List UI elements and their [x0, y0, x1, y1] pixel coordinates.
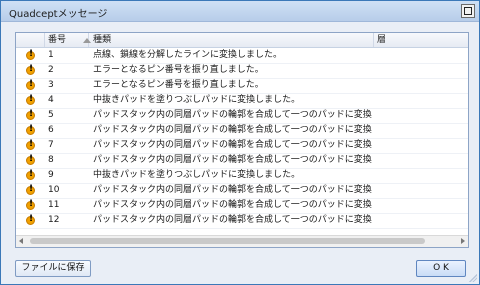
row-number: 1 — [48, 50, 54, 60]
row-number: 6 — [48, 125, 54, 135]
row-number: 7 — [48, 140, 54, 150]
table-body: 1 点線、鎖線を分解したラインに変換しました。 2 エラーとなるピン番号を振り直しまし… — [16, 48, 468, 235]
column-header-icon[interactable] — [16, 33, 45, 47]
column-header-number-label: 番号 — [48, 35, 67, 45]
message-dialog: Quadceptメッセージ 番号 種類 層 1 点線、鎖線を分解したラインに変換し… — [0, 0, 480, 285]
table-row[interactable]: 1 点線、鎖線を分解したラインに変換しました。 — [16, 48, 468, 64]
horizontal-scrollbar[interactable] — [16, 235, 468, 247]
row-message: エラーとなるピン番号を振り直しました。 — [93, 80, 264, 90]
warning-icon — [26, 124, 35, 135]
row-layer — [373, 93, 468, 108]
row-number: 10 — [48, 185, 60, 195]
scrollbar-thumb[interactable] — [30, 238, 425, 244]
row-message: 点線、鎖線を分解したラインに変換しました。 — [93, 50, 283, 60]
warning-icon — [26, 139, 35, 150]
row-layer — [373, 198, 468, 213]
column-header-type[interactable]: 種類 — [89, 33, 374, 47]
row-number: 12 — [48, 215, 60, 225]
row-message: エラーとなるピン番号を振り直しました。 — [93, 65, 264, 75]
column-header-number[interactable]: 番号 — [44, 33, 91, 47]
row-number: 8 — [48, 155, 54, 165]
row-number: 4 — [48, 95, 54, 105]
row-number: 5 — [48, 110, 54, 120]
warning-icon — [26, 184, 35, 195]
table-row[interactable]: 9 中抜きパッドを塗りつぶしパッドに変換しました。 — [16, 168, 468, 184]
row-layer — [373, 183, 468, 198]
table-row[interactable]: 5 パッドスタック内の同層パッドの輪郭を合成して一つのパッドに変換しました。 — [16, 108, 468, 124]
row-number: 9 — [48, 170, 54, 180]
table-row[interactable]: 12 パッドスタック内の同層パッドの輪郭を合成して一つのパッドに変換しました。 — [16, 213, 468, 229]
row-message: パッドスタック内の同層パッドの輪郭を合成して一つのパッドに変換しました。 — [93, 140, 373, 150]
row-message: パッドスタック内の同層パッドの輪郭を合成して一つのパッドに変換しました。 — [93, 215, 373, 225]
ok-button[interactable]: O K — [416, 260, 466, 277]
warning-icon — [26, 64, 35, 75]
row-layer — [373, 48, 468, 63]
table-row[interactable]: 4 中抜きパッドを塗りつぶしパッドに変換しました。 — [16, 93, 468, 109]
resize-grip-icon[interactable] — [469, 274, 477, 282]
warning-icon — [26, 49, 35, 60]
warning-icon — [26, 79, 35, 90]
close-icon[interactable] — [461, 4, 475, 18]
warning-icon — [26, 154, 35, 165]
table-row[interactable]: 11 パッドスタック内の同層パッドの輪郭を合成して一つのパッドに変換しました。 — [16, 198, 468, 214]
row-number: 11 — [48, 200, 60, 210]
row-message: パッドスタック内の同層パッドの輪郭を合成して一つのパッドに変換しました。 — [93, 125, 373, 135]
scroll-right-icon[interactable] — [461, 238, 465, 244]
table-row[interactable]: 3 エラーとなるピン番号を振り直しました。 — [16, 78, 468, 94]
row-layer — [373, 138, 468, 153]
warning-icon — [26, 199, 35, 210]
warning-icon — [26, 214, 35, 225]
scroll-left-icon[interactable] — [19, 238, 23, 244]
row-message: パッドスタック内の同層パッドの輪郭を合成して一つのパッドに変換しました。 — [93, 155, 373, 165]
row-layer — [373, 168, 468, 183]
warning-icon — [26, 169, 35, 180]
table-row[interactable]: 10 パッドスタック内の同層パッドの輪郭を合成して一つのパッドに変換しました。 — [16, 183, 468, 199]
row-layer — [373, 123, 468, 138]
row-message: 中抜きパッドを塗りつぶしパッドに変換しました。 — [93, 170, 301, 180]
warning-icon — [26, 109, 35, 120]
row-message: 中抜きパッドを塗りつぶしパッドに変換しました。 — [93, 95, 301, 105]
table-row[interactable]: 6 パッドスタック内の同層パッドの輪郭を合成して一つのパッドに変換しました。 — [16, 123, 468, 139]
row-layer — [373, 153, 468, 168]
row-layer — [373, 63, 468, 78]
column-header-layer[interactable]: 層 — [373, 33, 468, 47]
save-to-file-button[interactable]: ファイルに保存 — [15, 260, 91, 277]
row-layer — [373, 78, 468, 93]
table-row[interactable]: 7 パッドスタック内の同層パッドの輪郭を合成して一つのパッドに変換しました。 — [16, 138, 468, 154]
row-message: パッドスタック内の同層パッドの輪郭を合成して一つのパッドに変換しました。 — [93, 200, 373, 210]
row-message: パッドスタック内の同層パッドの輪郭を合成して一つのパッドに変換しました。 — [93, 110, 373, 120]
row-message: パッドスタック内の同層パッドの輪郭を合成して一つのパッドに変換しました。 — [93, 185, 373, 195]
row-number: 2 — [48, 65, 54, 75]
table-row[interactable]: 2 エラーとなるピン番号を振り直しました。 — [16, 63, 468, 79]
row-layer — [373, 108, 468, 123]
table-row[interactable]: 8 パッドスタック内の同層パッドの輪郭を合成して一つのパッドに変換しました。 — [16, 153, 468, 169]
title-bar[interactable]: Quadceptメッセージ — [1, 1, 479, 22]
window-title: Quadceptメッセージ — [9, 9, 108, 20]
warning-icon — [26, 94, 35, 105]
row-number: 3 — [48, 80, 54, 90]
row-layer — [373, 213, 468, 228]
table-header: 番号 種類 層 — [16, 33, 468, 48]
message-table: 番号 種類 層 1 点線、鎖線を分解したラインに変換しました。 2 エラーとなるピン番… — [15, 32, 469, 248]
